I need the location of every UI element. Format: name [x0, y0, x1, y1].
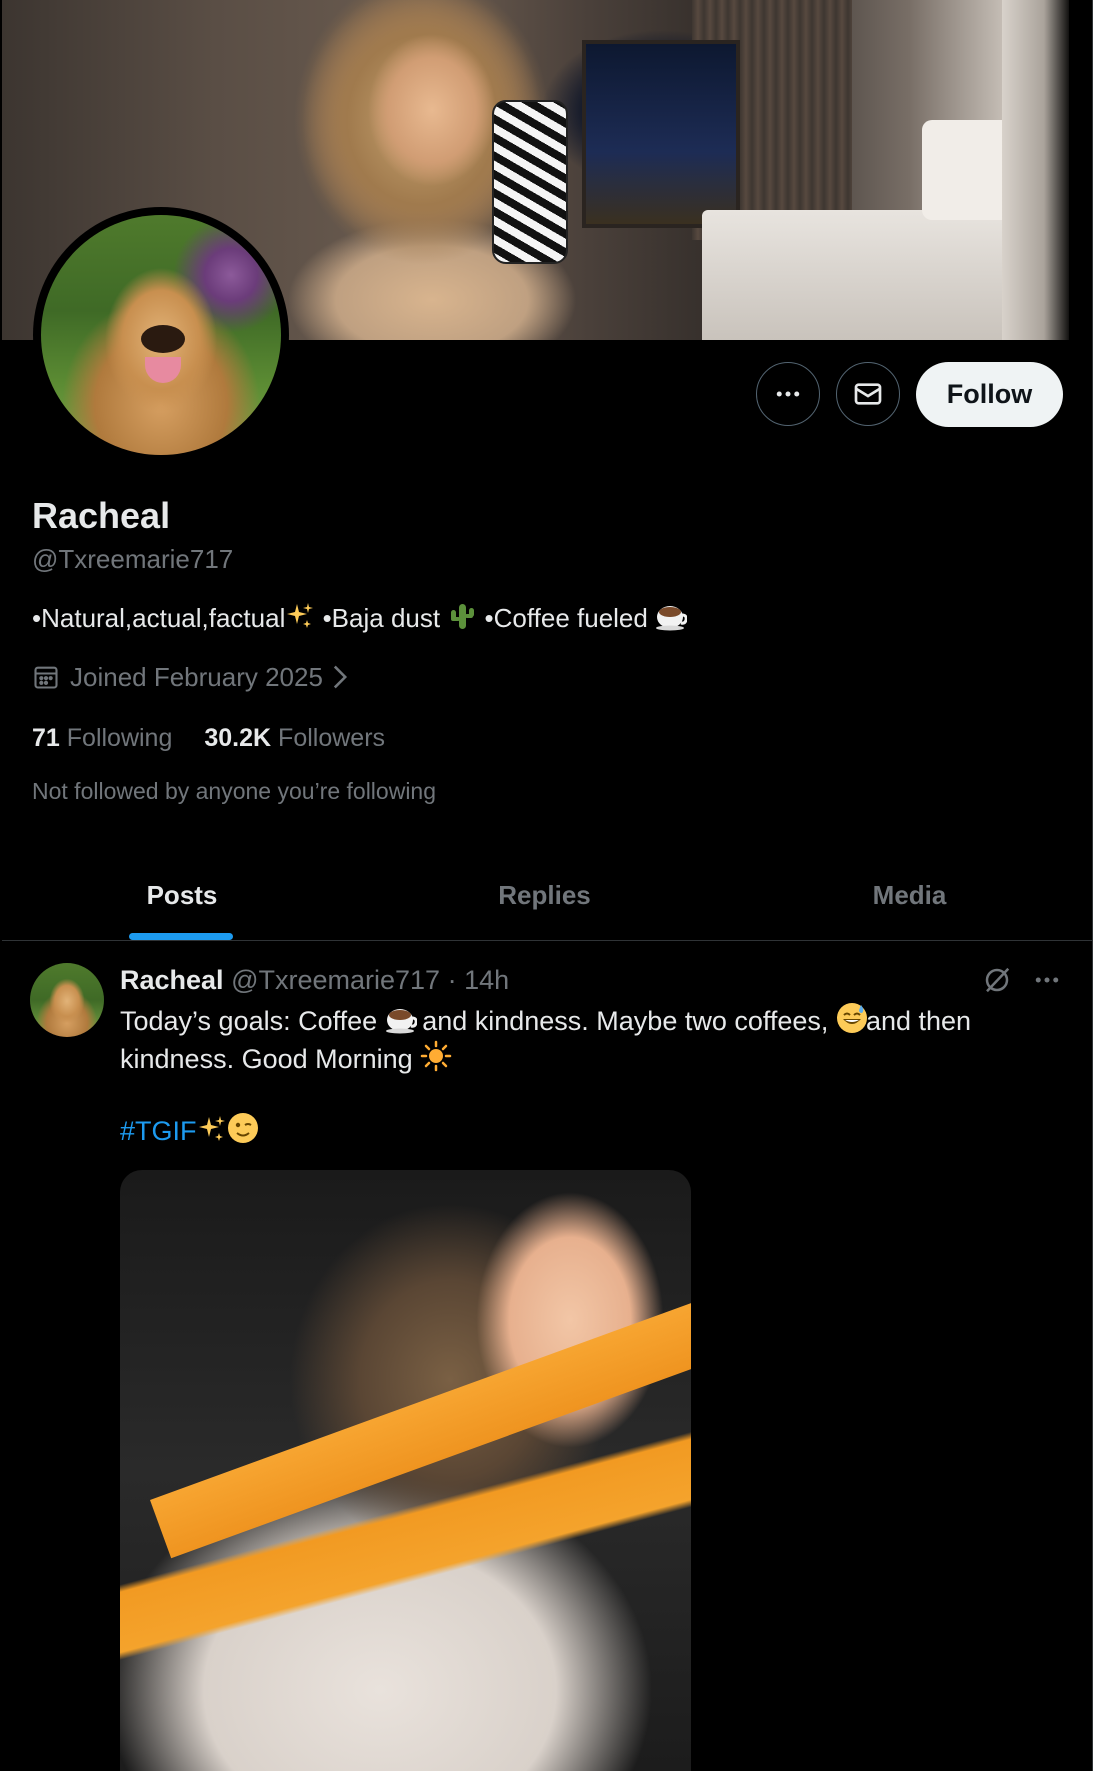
- bio-text-3: •Coffee fueled: [477, 603, 656, 633]
- post-header-actions: [982, 962, 1062, 998]
- avatar-dog-tongue: [145, 357, 181, 383]
- post-author-avatar[interactable]: [30, 963, 104, 1037]
- following-count: 71: [32, 724, 60, 752]
- tab-media[interactable]: Media: [727, 850, 1092, 940]
- sun-icon: [420, 1040, 452, 1072]
- coffee-icon: [385, 1004, 418, 1034]
- banner-phone: [492, 100, 568, 264]
- message-button[interactable]: [836, 362, 900, 426]
- banner-bed: [702, 210, 1022, 340]
- profile-tabs: Posts Replies Media: [2, 850, 1092, 941]
- followers-link[interactable]: 30.2K Followers: [204, 724, 385, 752]
- sparkles-icon: [285, 601, 315, 631]
- profile-name: Racheal: [32, 495, 171, 536]
- active-tab-indicator: [129, 933, 233, 940]
- more-horizontal-icon: [776, 391, 800, 397]
- more-horizontal-icon[interactable]: [1032, 965, 1062, 995]
- calendar-icon: [34, 666, 58, 689]
- coffee-icon: [655, 601, 688, 631]
- profile-page: Follow Racheal @Txreemarie717 •Natural,a…: [0, 0, 1093, 1771]
- tab-replies[interactable]: Replies: [362, 850, 727, 940]
- post-separator: ·: [440, 965, 465, 995]
- post-media-image[interactable]: [120, 1170, 691, 1771]
- profile-avatar-frame: [33, 207, 289, 463]
- post-text-1: Today’s goals: Coffee: [120, 1006, 385, 1036]
- media-seatbelt: [150, 1287, 691, 1559]
- followers-count: 30.2K: [204, 724, 272, 752]
- cactus-icon: [447, 601, 477, 631]
- profile-bio: •Natural,actual,factual •Baja dust •Coff…: [32, 600, 688, 636]
- profile-avatar[interactable]: [41, 215, 281, 455]
- chevron-right-icon: [333, 665, 347, 689]
- bio-text-2: •Baja dust: [315, 603, 448, 633]
- follow-button[interactable]: Follow: [916, 362, 1063, 427]
- following-link[interactable]: 71 Following: [32, 724, 172, 752]
- joined-label: Joined February 2025: [70, 662, 323, 692]
- hashtag-link[interactable]: #TGIF: [120, 1116, 197, 1146]
- tab-posts[interactable]: Posts: [2, 850, 362, 940]
- grinning-sweat-icon: [836, 1002, 867, 1033]
- more-options-button[interactable]: [756, 362, 820, 426]
- profile-handle: @Txreemarie717: [32, 544, 234, 574]
- post-hashtag-line: #TGIF: [120, 1112, 258, 1150]
- post-author-name[interactable]: Racheal: [120, 965, 224, 995]
- post-time[interactable]: 14h: [464, 965, 509, 995]
- winking-face-icon: [227, 1112, 258, 1143]
- avatar-dog-nose: [141, 325, 185, 353]
- grok-icon[interactable]: [982, 965, 1012, 995]
- banner-wall: [1002, 0, 1069, 340]
- follow-stats: 71 Following 30.2K Followers: [32, 720, 385, 756]
- post-header: Racheal @Txreemarie717 · 14h: [120, 962, 509, 998]
- not-followed-notice: Not followed by anyone you’re following: [32, 778, 437, 804]
- post-author-handle[interactable]: @Txreemarie717: [231, 965, 440, 995]
- mail-icon: [854, 383, 882, 405]
- followers-label: Followers: [278, 724, 386, 752]
- post-text-2: and kindness. Maybe two coffees,: [414, 1006, 836, 1036]
- bio-text-1: •Natural,actual,factual: [32, 603, 286, 633]
- banner-window: [582, 40, 740, 228]
- sparkles-icon: [197, 1114, 227, 1144]
- joined-date[interactable]: Joined February 2025: [32, 659, 349, 695]
- post-text: Today’s goals: Coffee and kindness. Mayb…: [120, 1002, 1050, 1078]
- following-label: Following: [66, 724, 173, 752]
